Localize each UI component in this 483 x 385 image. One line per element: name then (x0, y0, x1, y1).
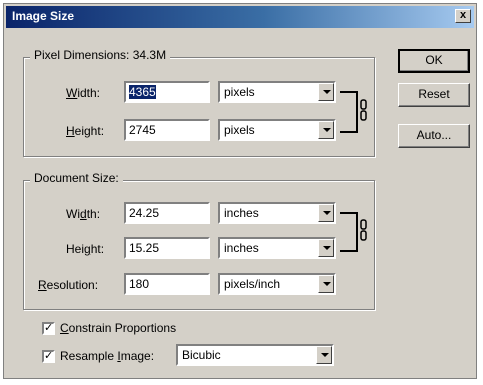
close-button[interactable]: x (455, 9, 471, 23)
checkmark-icon: ✓ (44, 322, 54, 334)
pixel-height-input[interactable]: 2745 (124, 119, 210, 141)
pixel-height-unit-select[interactable]: pixels (218, 119, 336, 141)
constrain-proportions-checkbox[interactable]: ✓ (42, 322, 55, 335)
image-size-dialog: Image Size x Pixel Dimensions: 34.3M Wid… (3, 3, 477, 379)
constrain-proportions-label[interactable]: Constrain Proportions (60, 321, 176, 335)
doc-width-label: Width: (66, 207, 101, 221)
pixel-height-label: Height: (66, 124, 105, 138)
resolution-label: Resolution: (38, 278, 99, 292)
ok-button[interactable]: OK (398, 49, 470, 73)
resample-image-checkbox[interactable]: ✓ (42, 350, 55, 363)
link-icon (360, 99, 367, 121)
chevron-down-icon[interactable] (318, 239, 334, 257)
doc-height-label: Height: (66, 242, 105, 256)
doc-width-unit-select[interactable]: inches (218, 202, 336, 224)
chevron-down-icon[interactable] (318, 275, 334, 293)
resample-method-select[interactable]: Bicubic (176, 344, 334, 366)
title-bar[interactable]: Image Size x (6, 6, 474, 28)
resample-image-label[interactable]: Resample Image: (60, 349, 154, 363)
pixel-link-bracket (340, 91, 358, 133)
pixel-width-input[interactable]: 4365 (124, 81, 210, 103)
chevron-down-icon[interactable] (316, 346, 332, 364)
pixel-dimensions-legend: Pixel Dimensions: 34.3M (30, 48, 171, 62)
document-size-legend: Document Size: (30, 171, 123, 185)
chevron-down-icon[interactable] (318, 83, 334, 101)
pixel-width-label: Width: (66, 86, 101, 100)
window-title: Image Size (12, 9, 75, 23)
reset-button[interactable]: Reset (398, 83, 470, 107)
auto-button[interactable]: Auto... (398, 124, 470, 148)
doc-height-unit-select[interactable]: inches (218, 237, 336, 259)
resolution-unit-select[interactable]: pixels/inch (218, 273, 336, 295)
link-icon (360, 219, 367, 241)
doc-width-input[interactable]: 24.25 (124, 202, 210, 224)
pixel-dimensions-group (23, 57, 375, 157)
chevron-down-icon[interactable] (318, 121, 334, 139)
pixel-dimensions-size: 34.3M (132, 48, 167, 62)
resolution-input[interactable]: 180 (124, 273, 210, 295)
pixel-width-unit-select[interactable]: pixels (218, 81, 336, 103)
checkmark-icon: ✓ (44, 350, 54, 362)
doc-link-bracket (340, 212, 358, 252)
doc-height-input[interactable]: 15.25 (124, 237, 210, 259)
chevron-down-icon[interactable] (318, 204, 334, 222)
